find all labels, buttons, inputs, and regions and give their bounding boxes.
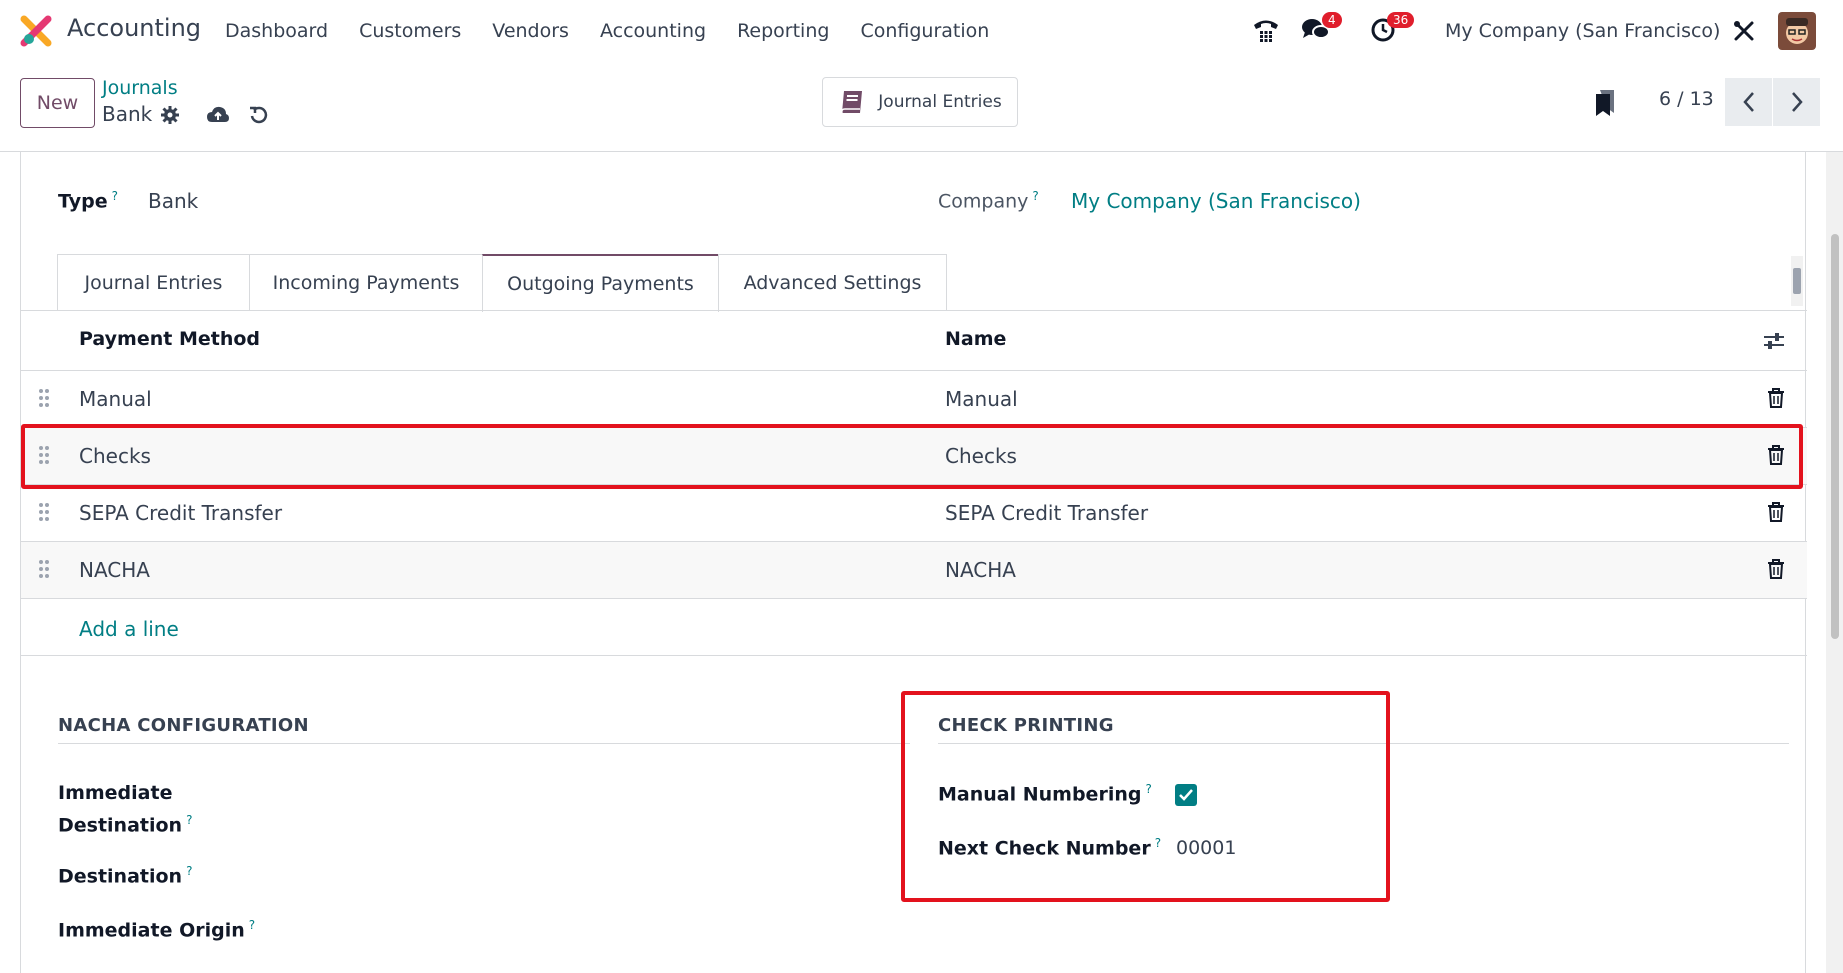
- check-printing-section-title: CHECK PRINTING: [938, 715, 1114, 736]
- row-name: Checks: [945, 444, 1017, 468]
- app-name[interactable]: Accounting: [67, 14, 201, 42]
- checkmark-icon: [1179, 789, 1193, 801]
- payment-methods-table: Payment Method Name Manual Manual Checks…: [21, 311, 1807, 656]
- type-field[interactable]: Bank: [148, 189, 198, 213]
- column-payment-method[interactable]: Payment Method: [79, 328, 260, 350]
- page-scroll-thumb[interactable]: [1831, 234, 1839, 639]
- menu-reporting[interactable]: Reporting: [737, 20, 829, 42]
- tab-outgoing-payments[interactable]: Outgoing Payments: [482, 254, 719, 312]
- add-line-row: Add a line: [21, 599, 1807, 656]
- phone-icon[interactable]: [1252, 16, 1280, 44]
- discard-undo-icon[interactable]: [249, 105, 269, 125]
- gear-icon[interactable]: [160, 105, 180, 125]
- row-name: SEPA Credit Transfer: [945, 501, 1149, 525]
- immediate-destination-label: Immediate: [58, 782, 173, 804]
- immediate-destination-label-line2: Destination?: [58, 813, 193, 837]
- user-avatar[interactable]: [1778, 12, 1816, 50]
- new-button[interactable]: New: [20, 78, 95, 128]
- row-method: Checks: [79, 444, 151, 468]
- table-row[interactable]: NACHA NACHA: [21, 542, 1807, 599]
- tabs-scroll-thumb[interactable]: [1793, 268, 1801, 294]
- drag-handle-icon[interactable]: [39, 503, 49, 521]
- next-check-number-label: Next Check Number?: [938, 836, 1162, 860]
- row-name: NACHA: [945, 558, 1016, 582]
- menu-dashboard[interactable]: Dashboard: [225, 20, 328, 42]
- check-printing-section-divider: [938, 743, 1789, 744]
- menu-customers[interactable]: Customers: [359, 20, 461, 42]
- type-label: Type?: [58, 189, 118, 213]
- accounting-app-icon[interactable]: [20, 15, 52, 47]
- breadcrumb-journals[interactable]: Journals: [102, 77, 178, 99]
- main-menu: Dashboard Customers Vendors Accounting R…: [225, 20, 1020, 42]
- menu-accounting[interactable]: Accounting: [600, 20, 706, 42]
- messages-badge: 4: [1322, 12, 1342, 28]
- tab-incoming-payments[interactable]: Incoming Payments: [249, 254, 483, 311]
- immediate-origin-label: Immediate Origin?: [58, 918, 256, 942]
- destination-label: Destination?: [58, 864, 193, 888]
- drag-handle-icon[interactable]: [39, 446, 49, 464]
- trash-icon[interactable]: [1767, 388, 1785, 408]
- company-field[interactable]: My Company (San Francisco): [1071, 189, 1361, 213]
- company-label: Company?: [938, 189, 1039, 213]
- optional-columns-icon[interactable]: [1763, 331, 1785, 351]
- activities-badge: 36: [1387, 12, 1415, 28]
- trash-icon[interactable]: [1767, 445, 1785, 465]
- form-sheet: Type? Bank Company? My Company (San Fran…: [20, 152, 1807, 973]
- row-method: SEPA Credit Transfer: [79, 501, 283, 525]
- drag-handle-icon[interactable]: [39, 560, 49, 578]
- control-panel: New Journals Bank Journal Entries 6 / 13: [0, 62, 1843, 152]
- add-line-link[interactable]: Add a line: [79, 617, 179, 641]
- pager-value[interactable]: 6 / 13: [1659, 88, 1714, 110]
- manual-numbering-label: Manual Numbering?: [938, 782, 1152, 806]
- book-icon: [841, 91, 863, 114]
- nacha-section-title: NACHA CONFIGURATION: [58, 715, 309, 736]
- row-name: Manual: [945, 387, 1018, 411]
- row-method: Manual: [79, 387, 152, 411]
- row-method: NACHA: [79, 558, 150, 582]
- tab-advanced-settings[interactable]: Advanced Settings: [718, 254, 947, 311]
- tabs-scrollbar[interactable]: [1791, 256, 1803, 306]
- table-row[interactable]: Checks Checks: [21, 428, 1807, 485]
- table-row[interactable]: Manual Manual: [21, 371, 1807, 428]
- tab-journal-entries[interactable]: Journal Entries: [57, 254, 250, 311]
- trash-icon[interactable]: [1767, 559, 1785, 579]
- next-check-number-field[interactable]: 00001: [1176, 837, 1236, 859]
- pager-next-button[interactable]: [1773, 78, 1820, 126]
- bookmark-icon[interactable]: [1594, 89, 1616, 117]
- menu-vendors[interactable]: Vendors: [492, 20, 569, 42]
- company-switcher[interactable]: My Company (San Francisco): [1445, 20, 1720, 42]
- debug-tools-icon[interactable]: [1733, 20, 1755, 42]
- chevron-right-icon: [1791, 92, 1803, 112]
- notebook-tabs: Journal Entries Incoming Payments Outgoi…: [57, 254, 947, 312]
- top-navbar: Accounting Dashboard Customers Vendors A…: [0, 0, 1843, 62]
- table-header: Payment Method Name: [21, 311, 1807, 371]
- save-cloud-icon[interactable]: [206, 105, 230, 125]
- page-scrollbar[interactable]: [1826, 152, 1843, 973]
- nacha-section-divider: [58, 743, 910, 744]
- journal-entries-smart-button[interactable]: Journal Entries: [822, 77, 1018, 127]
- pager-previous-button[interactable]: [1725, 78, 1772, 126]
- column-name[interactable]: Name: [945, 328, 1006, 350]
- drag-handle-icon[interactable]: [39, 389, 49, 407]
- smart-button-label: Journal Entries: [878, 92, 1002, 112]
- breadcrumb-current: Bank: [102, 102, 153, 126]
- table-row[interactable]: SEPA Credit Transfer SEPA Credit Transfe…: [21, 485, 1807, 542]
- trash-icon[interactable]: [1767, 502, 1785, 522]
- menu-configuration[interactable]: Configuration: [860, 20, 989, 42]
- chevron-left-icon: [1742, 92, 1754, 112]
- manual-numbering-checkbox[interactable]: [1175, 784, 1197, 806]
